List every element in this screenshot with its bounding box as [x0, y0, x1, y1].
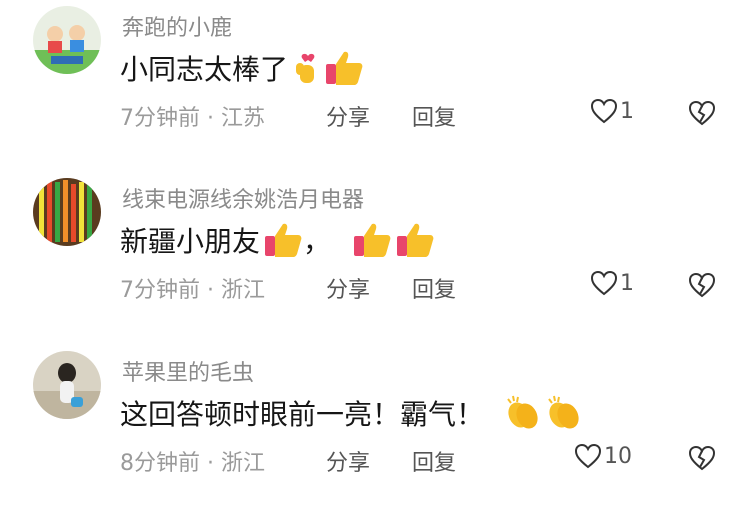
comment-time: 7分钟前: [120, 106, 200, 131]
avatar[interactable]: [33, 6, 101, 74]
comment-item: 奔跑的小鹿 小同志太棒了 7分钟前 · 江苏 分享 回复 1: [0, 0, 750, 170]
like-button[interactable]: 1: [590, 98, 634, 124]
thumbs-up-emoji-icon: [352, 222, 392, 258]
broken-heart-icon: [688, 272, 716, 298]
thumbs-up-emoji-icon: [324, 50, 364, 86]
username[interactable]: 线束电源线余姚浩月电器: [122, 182, 364, 214]
finger-heart-emoji-icon: [291, 51, 321, 85]
thumbs-up-emoji-icon: [263, 222, 303, 258]
comment-location: 江苏: [220, 106, 265, 131]
comment-meta: 8分钟前 · 浙江: [120, 451, 265, 476]
comment-text-body: 这回答顿时眼前一亮！霸气！: [120, 398, 485, 431]
comment-text: 小同志太棒了: [120, 48, 364, 88]
comment-text-body: 小同志太棒了: [120, 53, 289, 86]
clapping-hands-emoji-icon: [545, 395, 583, 431]
comment-text-body: 新疆小朋友: [120, 225, 261, 258]
comment-item: 线束电源线余姚浩月电器 新疆小朋友 ， 7分钟前 · 浙江 分享 回复 1: [0, 172, 750, 342]
share-button[interactable]: 分享: [326, 100, 370, 132]
broken-heart-icon: [688, 445, 716, 471]
heart-icon: [590, 98, 618, 124]
username[interactable]: 苹果里的毛虫: [122, 355, 254, 387]
dislike-button[interactable]: [688, 445, 716, 475]
reply-button[interactable]: 回复: [412, 445, 456, 477]
comment-text: 这回答顿时眼前一亮！霸气！: [120, 393, 583, 433]
heart-icon: [590, 270, 618, 296]
dislike-button[interactable]: [688, 100, 716, 130]
dislike-button[interactable]: [688, 272, 716, 302]
reply-button[interactable]: 回复: [412, 272, 456, 304]
comment-time: 8分钟前: [120, 451, 200, 476]
share-button[interactable]: 分享: [326, 445, 370, 477]
clapping-hands-emoji-icon: [504, 395, 542, 431]
reply-button[interactable]: 回复: [412, 100, 456, 132]
like-count: 1: [620, 270, 634, 296]
share-button[interactable]: 分享: [326, 272, 370, 304]
comment-location: 浙江: [220, 278, 265, 303]
comment-meta: 7分钟前 · 浙江: [120, 278, 265, 303]
like-count: 1: [620, 98, 634, 124]
thumbs-up-emoji-icon: [395, 222, 435, 258]
comment-time: 7分钟前: [120, 278, 200, 303]
like-button[interactable]: 1: [590, 270, 634, 296]
heart-icon: [574, 443, 602, 469]
like-button[interactable]: 10: [574, 443, 632, 469]
avatar[interactable]: [33, 178, 101, 246]
comment-text-suffix: ，: [303, 225, 332, 258]
like-count: 10: [604, 443, 632, 469]
comment-location: 浙江: [220, 451, 265, 476]
comment-meta: 7分钟前 · 江苏: [120, 106, 265, 131]
username[interactable]: 奔跑的小鹿: [122, 10, 232, 42]
comment-item: 苹果里的毛虫 这回答顿时眼前一亮！霸气！ 8分钟前 · 浙江 分享 回复 10: [0, 345, 750, 515]
comment-text: 新疆小朋友 ，: [120, 220, 435, 260]
avatar[interactable]: [33, 351, 101, 419]
broken-heart-icon: [688, 100, 716, 126]
